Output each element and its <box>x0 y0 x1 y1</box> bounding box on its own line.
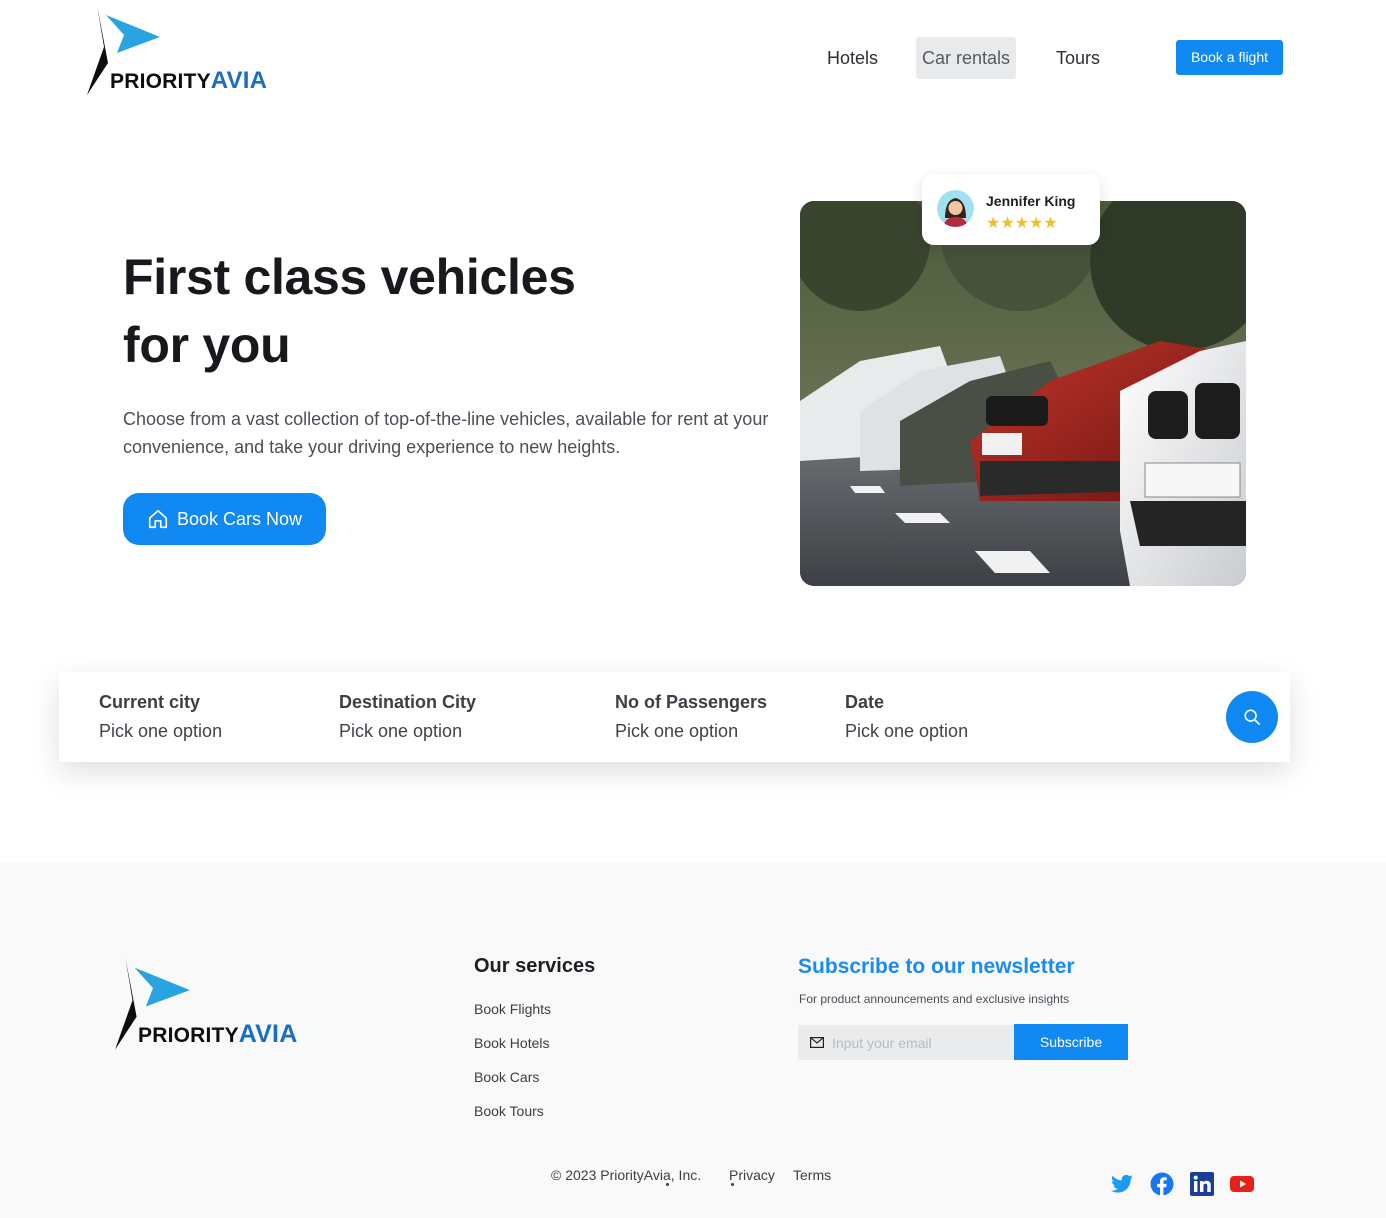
book-cars-label: Book Cars Now <box>176 508 303 529</box>
passengers-select[interactable]: Pick one option <box>615 721 767 742</box>
date-select[interactable]: Pick one option <box>845 721 968 742</box>
site-footer: PRIORITYAVIA Our services Book Flights B… <box>0 862 1386 1218</box>
logo-word-avia: AVIA <box>210 67 268 94</box>
hero-title-line1: First class vehicles <box>123 249 576 305</box>
hero-title: First class vehicles for you <box>123 243 743 379</box>
destination-city-label: Destination City <box>339 692 477 712</box>
current-city-select[interactable]: Pick one option <box>99 721 222 742</box>
privacy-link[interactable]: Privacy <box>729 1167 775 1183</box>
service-link-flights[interactable]: Book Flights <box>474 1001 551 1017</box>
book-cars-button[interactable]: Book Cars Now <box>123 493 326 545</box>
newsletter-title: Subscribe to our newsletter <box>798 955 1075 978</box>
copyright-text: © 2023 PriorityAvia, Inc. <box>551 1167 702 1183</box>
reviewer-avatar <box>937 190 974 227</box>
nav-car-rentals[interactable]: Car rentals <box>916 37 1017 79</box>
site-header: PRIORITYAVIA Hotels Car rentals Tours Bo… <box>0 0 1386 116</box>
email-field[interactable] <box>798 1025 1014 1060</box>
brand-logo[interactable]: PRIORITYAVIA <box>84 5 267 97</box>
hero-description: Choose from a vast collection of top-of-… <box>123 409 769 457</box>
separator-dot <box>666 1183 669 1186</box>
reviewer-name: Jennifer King <box>986 193 1076 209</box>
hero-car-image <box>800 201 1246 586</box>
footer-logo[interactable]: PRIORITYAVIA <box>112 957 302 1052</box>
facebook-icon[interactable] <box>1150 1172 1174 1196</box>
passengers-label: No of Passengers <box>615 692 768 712</box>
search-bar: Current city Pick one option Destination… <box>59 672 1290 762</box>
linkedin-icon[interactable] <box>1190 1172 1214 1196</box>
hero-title-line2: for you <box>123 317 291 373</box>
search-icon <box>1244 709 1261 726</box>
home-icon <box>148 509 168 529</box>
twitter-icon[interactable] <box>1110 1172 1134 1196</box>
nav-hotels[interactable]: Hotels <box>821 37 884 79</box>
passengers-field[interactable]: No of Passengers Pick one option <box>615 692 767 742</box>
logo-word-priority: PRIORITY <box>138 1024 239 1047</box>
destination-city-select[interactable]: Pick one option <box>339 721 476 742</box>
terms-link[interactable]: Terms <box>793 1167 831 1183</box>
rating-stars: ★★★★★ <box>986 215 1058 232</box>
review-card: Jennifer King ★★★★★ <box>922 174 1100 245</box>
date-label: Date <box>845 692 885 712</box>
newsletter-subtitle: For product announcements and exclusive … <box>799 992 1070 1006</box>
subscribe-button[interactable]: Subscribe <box>1014 1024 1128 1060</box>
logo-word-priority: PRIORITY <box>110 70 211 93</box>
nav-tours[interactable]: Tours <box>1050 37 1106 79</box>
logo-word-avia: AVIA <box>238 1020 298 1048</box>
youtube-icon[interactable] <box>1230 1172 1254 1196</box>
book-flight-button[interactable]: Book a flight <box>1176 40 1283 75</box>
current-city-label: Current city <box>99 692 201 712</box>
service-link-cars[interactable]: Book Cars <box>474 1069 539 1085</box>
service-link-tours[interactable]: Book Tours <box>474 1103 544 1119</box>
current-city-field[interactable]: Current city Pick one option <box>99 692 222 742</box>
email-input[interactable] <box>832 1034 1002 1051</box>
logo-wordmark: PRIORITYAVIA <box>110 67 267 95</box>
search-button[interactable] <box>1226 691 1278 743</box>
date-field[interactable]: Date Pick one option <box>845 692 968 742</box>
destination-city-field[interactable]: Destination City Pick one option <box>339 692 476 742</box>
services-title: Our services <box>474 955 596 977</box>
service-link-hotels[interactable]: Book Hotels <box>474 1035 549 1051</box>
separator-dot <box>731 1183 734 1186</box>
mail-icon <box>810 1037 824 1048</box>
footer-logo-wordmark: PRIORITYAVIA <box>138 1020 297 1049</box>
